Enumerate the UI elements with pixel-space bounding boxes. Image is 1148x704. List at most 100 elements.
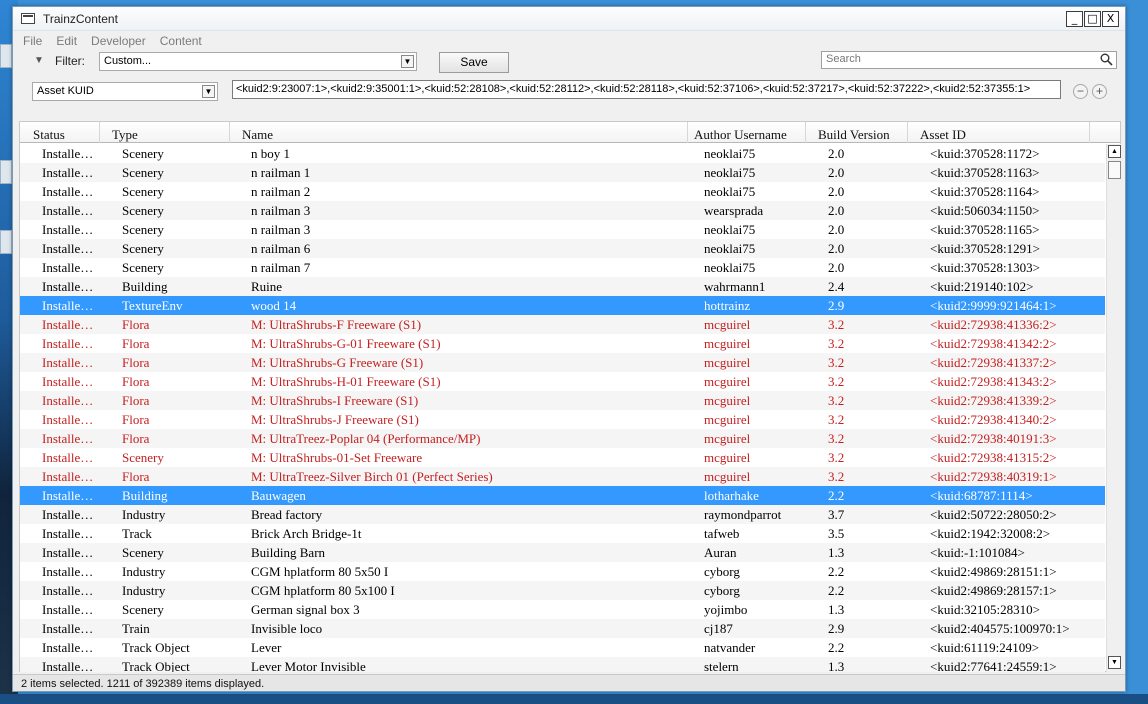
table-row[interactable]: Installe… Scenery n railman 3 neoklai75 2.0 <… bbox=[20, 220, 1105, 239]
cell-status: Installe… bbox=[42, 298, 94, 313]
cell-author: mcguirel bbox=[704, 374, 751, 389]
column-asset-id[interactable]: Asset ID bbox=[908, 122, 1090, 143]
table-row[interactable]: Installe… Flora M: UltraShrubs-H-01 Freewa… bbox=[20, 372, 1105, 391]
window-title: TrainzContent bbox=[43, 11, 118, 26]
cell-build-version: 3.2 bbox=[828, 336, 845, 351]
table-row[interactable]: Installe… Flora M: UltraTreez-Poplar 04 (P… bbox=[20, 429, 1105, 448]
filter-collapse-icon[interactable]: ▼ bbox=[34, 55, 44, 66]
cell-build-version: 3.2 bbox=[828, 450, 845, 465]
cell-name: CGM hplatform 80 5x100 I bbox=[251, 583, 395, 598]
table-row[interactable]: Installe… Flora M: UltraShrubs-F Freeware … bbox=[20, 315, 1105, 334]
maximize-button[interactable]: □ bbox=[1084, 10, 1101, 27]
table-row[interactable]: Installe… Industry Bread factory raymondpar… bbox=[20, 505, 1105, 524]
table-header: Status Type Name Author Username Build V… bbox=[20, 122, 1120, 143]
cell-author: cyborg bbox=[704, 564, 740, 579]
cell-asset-id: <kuid2:49869:28151:1> bbox=[930, 564, 1057, 579]
table-row[interactable]: Installe… Track Brick Arch Bridge-1t tafweb… bbox=[20, 524, 1105, 543]
column-build-version[interactable]: Build Version bbox=[806, 122, 908, 143]
cell-name: M: UltraShrubs-I Freeware (S1) bbox=[251, 393, 419, 408]
cell-status: Installe… bbox=[42, 640, 94, 655]
search-placeholder: Search bbox=[826, 53, 861, 65]
cell-author: tafweb bbox=[704, 526, 740, 541]
column-type[interactable]: Type bbox=[100, 122, 230, 143]
remove-filter-button[interactable]: − bbox=[1073, 84, 1088, 99]
cell-status: Installe… bbox=[42, 222, 94, 237]
column-status[interactable]: Status bbox=[20, 122, 100, 143]
cell-author: neoklai75 bbox=[704, 222, 756, 237]
field-select[interactable]: Asset KUID ▼ bbox=[32, 82, 218, 101]
table-row[interactable]: Installe… Flora M: UltraShrubs-G Freeware … bbox=[20, 353, 1105, 372]
menu-file[interactable]: File bbox=[23, 34, 42, 48]
cell-status: Installe… bbox=[42, 374, 94, 389]
table-row[interactable]: Installe… Flora M: UltraShrubs-I Freeware … bbox=[20, 391, 1105, 410]
cell-type: Scenery bbox=[122, 260, 164, 275]
filter-select[interactable]: Custom... ▼ bbox=[99, 52, 417, 71]
cell-build-version: 2.0 bbox=[828, 260, 845, 275]
table-body: Installe… Scenery n boy 1 neoklai75 2.0 <kuid… bbox=[20, 144, 1105, 672]
table-row[interactable]: Installe… Scenery n railman 2 neoklai75 2.0 <… bbox=[20, 182, 1105, 201]
search-input[interactable]: Search bbox=[821, 51, 1117, 69]
cell-type: Building bbox=[122, 279, 168, 294]
table-row[interactable]: Installe… Scenery n railman 6 neoklai75 2.0 <… bbox=[20, 239, 1105, 258]
cell-author: mcguirel bbox=[704, 317, 751, 332]
desktop-icon[interactable] bbox=[0, 44, 12, 68]
table-row[interactable]: Installe… Scenery Building Barn Auran 1.3 <ku… bbox=[20, 543, 1105, 562]
table-row[interactable]: Installe… Track Object Lever Motor Invisib… bbox=[20, 657, 1105, 672]
cell-author: neoklai75 bbox=[704, 165, 756, 180]
table-row[interactable]: Installe… Scenery German signal box 3 yojim… bbox=[20, 600, 1105, 619]
cell-name: M: UltraShrubs-G Freeware (S1) bbox=[251, 355, 424, 370]
cell-type: Scenery bbox=[122, 184, 164, 199]
add-filter-button[interactable]: + bbox=[1092, 84, 1107, 99]
cell-type: Flora bbox=[122, 317, 150, 332]
cell-author: neoklai75 bbox=[704, 184, 756, 199]
desktop-icon[interactable] bbox=[0, 160, 12, 184]
app-window-icon bbox=[21, 13, 35, 24]
menu-content[interactable]: Content bbox=[160, 34, 202, 48]
menu-developer[interactable]: Developer bbox=[91, 34, 146, 48]
scroll-up-icon[interactable]: ▲ bbox=[1108, 145, 1121, 158]
table-row[interactable]: Installe… Scenery n railman 1 neoklai75 2.0 <… bbox=[20, 163, 1105, 182]
scroll-down-icon[interactable]: ▼ bbox=[1108, 656, 1121, 669]
minimize-button[interactable]: _ bbox=[1066, 10, 1083, 27]
table-row[interactable]: Installe… Train Invisible loco cj187 2.9 <kui… bbox=[20, 619, 1105, 638]
table-row[interactable]: Installe… Scenery n railman 7 neoklai75 2.0 <… bbox=[20, 258, 1105, 277]
cell-author: mcguirel bbox=[704, 412, 751, 427]
table-row[interactable]: Installe… Flora M: UltraShrubs-G-01 Freewa… bbox=[20, 334, 1105, 353]
scrollbar-thumb[interactable] bbox=[1108, 161, 1121, 179]
cell-asset-id: <kuid2:72938:41337:2> bbox=[930, 355, 1057, 370]
table-row[interactable]: Installe… Track Object Lever natvander 2.2 <k… bbox=[20, 638, 1105, 657]
table-row[interactable]: Installe… Scenery M: UltraShrubs-01-Set Fr… bbox=[20, 448, 1105, 467]
cell-type: Scenery bbox=[122, 545, 164, 560]
table-row[interactable]: Installe… Industry CGM hplatform 80 5x50 I… bbox=[20, 562, 1105, 581]
column-author[interactable]: Author Username bbox=[688, 122, 806, 143]
cell-status: Installe… bbox=[42, 355, 94, 370]
cell-status: Installe… bbox=[42, 336, 94, 351]
cell-type: Scenery bbox=[122, 450, 164, 465]
table-row[interactable]: Installe… Scenery n boy 1 neoklai75 2.0 <kuid… bbox=[20, 144, 1105, 163]
desktop-icon[interactable] bbox=[0, 230, 12, 254]
table-row[interactable]: Installe… Flora M: UltraShrubs-J Freeware … bbox=[20, 410, 1105, 429]
column-name[interactable]: Name bbox=[230, 122, 688, 143]
cell-status: Installe… bbox=[42, 431, 94, 446]
kuid-filter-input[interactable]: <kuid2:9:23007:1>,<kuid2:9:35001:1>,<kui… bbox=[232, 80, 1061, 99]
save-button[interactable]: Save bbox=[439, 52, 509, 73]
menu-edit[interactable]: Edit bbox=[56, 34, 77, 48]
cell-build-version: 2.2 bbox=[828, 564, 845, 579]
filter-select-value: Custom... bbox=[104, 55, 152, 67]
search-icon[interactable] bbox=[1100, 53, 1113, 66]
cell-build-version: 1.3 bbox=[828, 602, 845, 617]
close-button[interactable]: X bbox=[1102, 10, 1119, 27]
table-row[interactable]: Installe… Flora M: UltraTreez-Silver Birch… bbox=[20, 467, 1105, 486]
table-row[interactable]: Installe… Building Ruine wahrmann1 2.4 <kuid:… bbox=[20, 277, 1105, 296]
title-bar[interactable]: TrainzContent _ □ X bbox=[13, 7, 1125, 31]
table-row[interactable]: Installe… Industry CGM hplatform 80 5x100 … bbox=[20, 581, 1105, 600]
cell-build-version: 3.2 bbox=[828, 431, 845, 446]
cell-type: Flora bbox=[122, 374, 150, 389]
vertical-scrollbar[interactable]: ▲ ▼ bbox=[1106, 144, 1121, 672]
cell-status: Installe… bbox=[42, 602, 94, 617]
cell-name: M: UltraTreez-Silver Birch 01 (Perfect S… bbox=[251, 469, 493, 484]
table-row[interactable]: Installe… Building Bauwagen lotharhake 2.2 <k… bbox=[20, 486, 1105, 505]
cell-author: neoklai75 bbox=[704, 146, 756, 161]
table-row[interactable]: Installe… TextureEnv wood 14 hottrainz 2.9 <k… bbox=[20, 296, 1105, 315]
table-row[interactable]: Installe… Scenery n railman 3 wearsprada 2.0… bbox=[20, 201, 1105, 220]
